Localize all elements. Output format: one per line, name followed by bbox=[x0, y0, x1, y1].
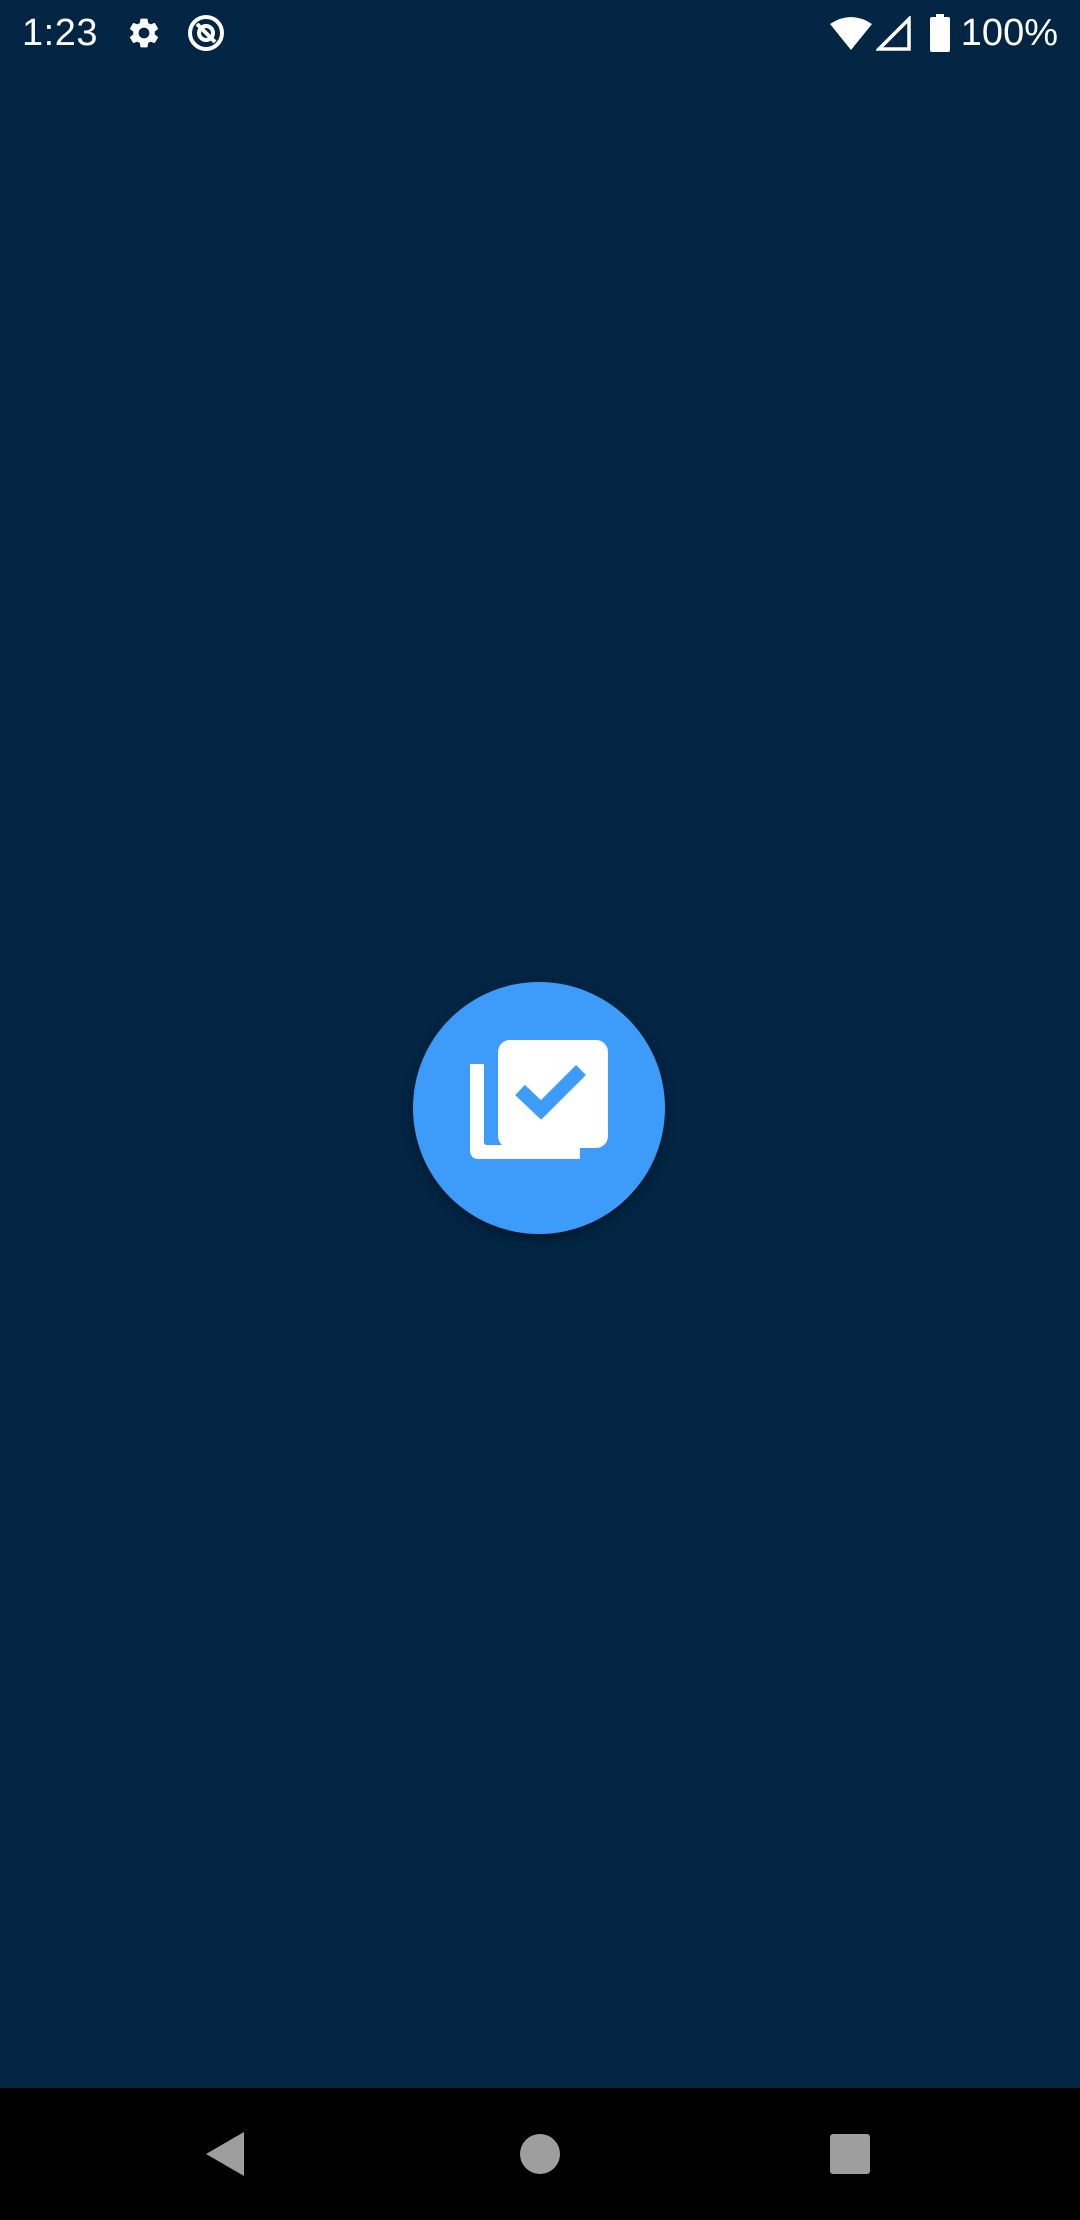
home-button[interactable] bbox=[460, 2088, 620, 2220]
battery-percentage: 100% bbox=[960, 12, 1058, 54]
cellular-signal-icon bbox=[874, 14, 912, 52]
status-bar: 1:23 100% bbox=[0, 0, 1080, 66]
wifi-icon bbox=[829, 16, 873, 52]
splash-screen: 1:23 100% bbox=[0, 0, 1080, 2220]
recents-button[interactable] bbox=[770, 2088, 930, 2220]
recents-icon bbox=[830, 2134, 870, 2174]
back-icon bbox=[206, 2132, 244, 2176]
vpn-icon bbox=[186, 13, 226, 53]
navigation-bar bbox=[0, 2088, 1080, 2220]
home-icon bbox=[520, 2134, 560, 2174]
back-button[interactable] bbox=[146, 2088, 306, 2220]
app-logo bbox=[413, 982, 665, 1234]
library-add-check-icon bbox=[470, 1040, 608, 1159]
battery-icon bbox=[929, 14, 951, 52]
status-time: 1:23 bbox=[22, 12, 98, 54]
settings-icon bbox=[126, 15, 162, 51]
